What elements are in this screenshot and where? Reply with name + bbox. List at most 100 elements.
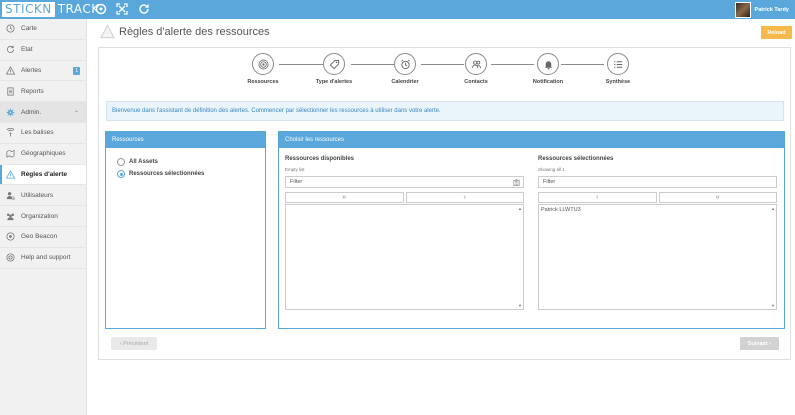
organization-icon bbox=[6, 213, 15, 220]
wizard-step-type-alertes[interactable]: Type d'alertes bbox=[304, 53, 364, 85]
option-label: All Assets bbox=[129, 159, 158, 165]
scroll-up-icon[interactable]: ▲ bbox=[771, 206, 775, 211]
wizard-step-circle bbox=[607, 53, 629, 75]
sidebar-item-regles-alerte[interactable]: Règles d'alerte bbox=[0, 164, 86, 186]
status-icon bbox=[6, 46, 15, 54]
move-all-button[interactable]: » bbox=[285, 192, 404, 203]
wizard-step-label: Notification bbox=[532, 79, 564, 85]
broadcast-icon bbox=[258, 59, 268, 69]
sidebar-item-etat[interactable]: Etat bbox=[0, 40, 86, 61]
sidebar-item-balises[interactable]: Les balises bbox=[0, 123, 86, 144]
sidebar-item-reports[interactable]: Reports bbox=[0, 81, 86, 103]
wizard-connector bbox=[491, 64, 534, 65]
wizard-step-calendrier[interactable]: Calendrier bbox=[375, 53, 435, 85]
sidebar-item-label: Règles d'alerte bbox=[21, 170, 67, 178]
alert-count-badge: 1 bbox=[73, 66, 80, 75]
reload-button[interactable]: Reload bbox=[761, 26, 792, 39]
app-logo[interactable]: STICKN TRACK bbox=[2, 2, 103, 17]
wizard-step-label: Type d'alertes bbox=[315, 79, 353, 85]
remove-selected-button[interactable]: ‹ bbox=[538, 192, 657, 203]
filter-placeholder: Filter bbox=[290, 179, 303, 185]
selected-status: Showing all 1 bbox=[538, 167, 565, 172]
wizard-step-circle bbox=[252, 53, 274, 75]
refresh-icon[interactable] bbox=[138, 3, 150, 15]
sidebar-item-label: Admin. bbox=[21, 108, 42, 116]
next-button[interactable]: Suivant › bbox=[740, 337, 779, 350]
sidebar-item-label: Géographiques bbox=[21, 150, 66, 158]
sidebar-item-carte[interactable]: Carte bbox=[0, 19, 86, 40]
chevron-up-icon: ⌃ bbox=[73, 111, 79, 118]
wizard-step-label: Synthèse bbox=[605, 79, 631, 85]
move-selected-button[interactable]: › bbox=[405, 192, 524, 203]
dashboard-icon[interactable] bbox=[95, 3, 107, 15]
user-menu[interactable]: Patrick Tardy bbox=[734, 0, 789, 19]
document-icon bbox=[7, 87, 14, 96]
map-icon bbox=[6, 24, 15, 33]
wizard-step-circle bbox=[323, 53, 345, 75]
panel-header: Ressources bbox=[106, 132, 265, 148]
option-selected-resources[interactable]: Ressources sélectionnées bbox=[117, 170, 204, 178]
option-label: Ressources sélectionnées bbox=[129, 171, 205, 177]
wizard-step-ressources[interactable]: Ressources bbox=[233, 53, 293, 85]
info-banner: Bienvenue dans l'assistant de définition… bbox=[106, 101, 784, 121]
gear-icon bbox=[6, 108, 15, 116]
page-title: Règles d'alerte des ressources bbox=[119, 26, 270, 38]
tag-icon bbox=[329, 59, 339, 69]
scroll-down-icon[interactable]: ▼ bbox=[518, 303, 522, 308]
top-bar: STICKN TRACK Patrick Tardy bbox=[0, 0, 795, 19]
available-move-buttons: » › bbox=[285, 192, 524, 203]
sidebar-item-alertes[interactable]: Alertes 1 bbox=[0, 61, 86, 82]
scroll-up-icon[interactable]: ▲ bbox=[518, 206, 522, 211]
list-item[interactable]: Patrick LLWTU3 bbox=[541, 207, 774, 213]
sidebar-item-label: Carte bbox=[21, 25, 37, 33]
available-filter-input[interactable]: Filter bbox=[285, 176, 524, 188]
choose-resources-panel: Choisir les ressources Ressources dispon… bbox=[278, 131, 785, 329]
users-icon bbox=[6, 191, 15, 200]
remove-all-button[interactable]: « bbox=[658, 192, 777, 203]
list-icon bbox=[613, 60, 622, 68]
bell-icon bbox=[544, 60, 552, 69]
help-icon bbox=[6, 253, 15, 262]
clear-filter-icon[interactable] bbox=[513, 179, 520, 186]
user-name: Patrick Tardy bbox=[754, 6, 789, 13]
sidebar-item-geographiques[interactable]: Géographiques bbox=[0, 144, 86, 165]
wizard-step-notification[interactable]: Notification bbox=[518, 53, 578, 85]
radio-button[interactable] bbox=[117, 158, 125, 166]
contacts-icon bbox=[471, 60, 481, 68]
geo-beacon-icon bbox=[6, 232, 15, 241]
wizard-connector bbox=[351, 64, 394, 65]
wizard-step-synthese[interactable]: Synthèse bbox=[588, 53, 648, 85]
sidebar: Carte Etat Alertes 1 Reports Admin. ⌃ Le… bbox=[0, 19, 87, 415]
previous-button[interactable]: ‹ Précédent bbox=[111, 337, 157, 350]
sidebar-item-label: Alertes bbox=[21, 66, 42, 74]
option-all-assets[interactable]: All Assets bbox=[117, 158, 158, 166]
selected-list[interactable]: Patrick LLWTU3 ▲ ▼ bbox=[538, 204, 777, 310]
sidebar-item-label: Help and support bbox=[21, 254, 71, 262]
wizard-step-circle bbox=[465, 53, 487, 75]
warning-icon bbox=[6, 170, 15, 179]
sidebar-item-label: Utilisateurs bbox=[21, 191, 54, 199]
warning-icon bbox=[100, 24, 115, 39]
available-status: Empty list bbox=[285, 167, 305, 172]
sidebar-item-geo-beacon[interactable]: Geo Beacon bbox=[0, 227, 86, 248]
sidebar-item-utilisateurs[interactable]: Utilisateurs bbox=[0, 185, 86, 207]
geo-icon bbox=[6, 149, 15, 158]
alarm-clock-icon bbox=[400, 59, 410, 69]
wizard-connector bbox=[279, 64, 324, 65]
radio-button[interactable] bbox=[117, 170, 125, 178]
sidebar-item-admin[interactable]: Admin. ⌃ bbox=[0, 102, 86, 123]
sidebar-item-label: Les balises bbox=[21, 129, 54, 137]
wizard-step-contacts[interactable]: Contacts bbox=[446, 53, 506, 85]
selected-filter-input[interactable]: Filter bbox=[538, 176, 777, 188]
wizard-connector bbox=[421, 64, 464, 65]
sidebar-item-label: Reports bbox=[21, 87, 44, 95]
fullscreen-icon[interactable] bbox=[116, 3, 128, 15]
panel-header: Choisir les ressources bbox=[279, 132, 784, 148]
sidebar-item-organization[interactable]: Organization bbox=[0, 206, 86, 227]
scroll-down-icon[interactable]: ▼ bbox=[771, 303, 775, 308]
wizard-step-label: Contacts bbox=[464, 79, 488, 85]
available-title: Ressources disponibles bbox=[285, 156, 355, 162]
resources-panel: Ressources All Assets Ressources sélecti… bbox=[105, 131, 266, 329]
sidebar-item-help[interactable]: Help and support bbox=[0, 248, 86, 269]
available-list[interactable]: ▲ ▼ bbox=[285, 204, 524, 310]
